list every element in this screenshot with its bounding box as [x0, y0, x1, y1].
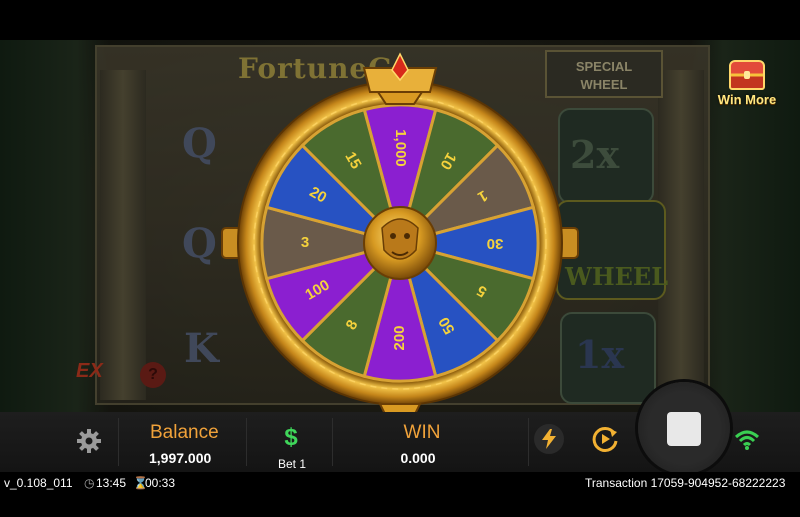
lion-face — [381, 218, 419, 260]
divider — [246, 418, 247, 466]
wheel-segment-label: 30 — [487, 235, 504, 252]
wheel-pointer-base — [376, 91, 424, 105]
settings-button[interactable] — [72, 424, 106, 458]
autoplay-button[interactable] — [588, 422, 622, 456]
autoplay-icon — [592, 426, 618, 452]
divider — [332, 418, 333, 466]
lion-eye-right — [404, 233, 410, 239]
turbo-button[interactable] — [534, 424, 564, 454]
divider — [118, 418, 119, 466]
bet-label[interactable]: Bet 1 — [272, 457, 312, 471]
lion-eye-left — [390, 233, 396, 239]
wheel-segment-label: 200 — [391, 325, 408, 350]
clock-time: 13:45 — [96, 476, 127, 490]
transaction-id: Transaction 17059-904952-68222223 — [585, 476, 786, 490]
gear-icon — [77, 429, 101, 453]
status-bar: v_0.108_011 ◷ 13:45 ⌛ 00:33 Transaction … — [0, 472, 800, 517]
session-timer: 00:33 — [145, 476, 176, 490]
connection-status — [732, 426, 762, 454]
wifi-icon — [734, 430, 760, 450]
win-label: WIN — [403, 422, 441, 443]
wheel-segment-label: 3 — [301, 234, 309, 251]
divider — [528, 418, 529, 466]
version-label: v_0.108_011 — [4, 476, 73, 490]
wheel-segment-label: 1,000 — [392, 129, 409, 167]
clock-icon: ◷ — [84, 476, 95, 490]
lightning-icon — [542, 429, 556, 449]
win-value: 0.000 — [400, 450, 436, 466]
dollar-icon[interactable]: $ — [278, 424, 304, 452]
stop-icon[interactable] — [667, 412, 701, 446]
balance-label: Balance — [150, 422, 219, 443]
balance-value: 1,997.000 — [149, 450, 212, 466]
